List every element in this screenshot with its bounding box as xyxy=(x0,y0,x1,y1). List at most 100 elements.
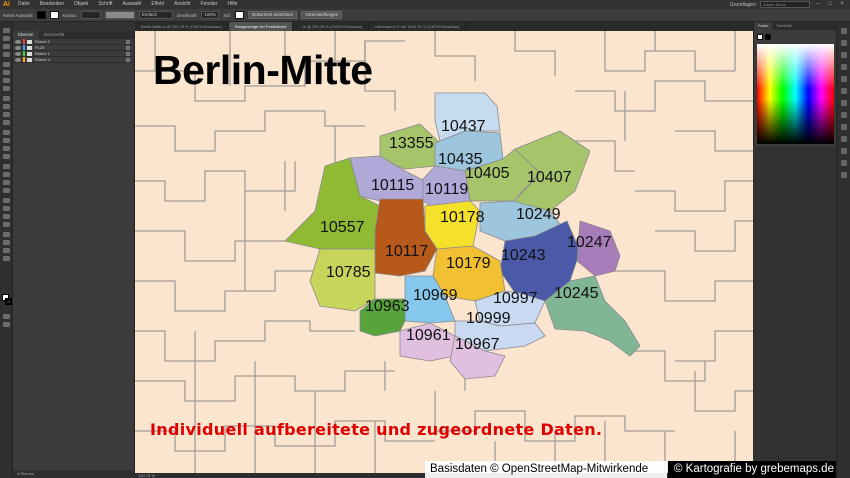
gradient-icon[interactable] xyxy=(841,88,847,94)
menu-object[interactable]: Objekt xyxy=(69,0,93,9)
minimize-icon[interactable]: – xyxy=(814,1,822,8)
zoom-status[interactable]: 190,78 % xyxy=(135,473,425,478)
pencil-tool-icon[interactable] xyxy=(3,112,10,117)
tab-layers[interactable]: Ebenen xyxy=(13,31,39,39)
color-spectrum[interactable] xyxy=(757,44,834,144)
maximize-icon[interactable]: □ xyxy=(826,1,834,8)
menu-view[interactable]: Ansicht xyxy=(169,0,195,9)
menu-effect[interactable]: Effekt xyxy=(146,0,169,9)
tab-color[interactable]: Farbe xyxy=(754,22,773,30)
menu-help[interactable]: Hilfe xyxy=(222,0,242,9)
doc-tab-tooltip[interactable]: Ranganzeige bei Postleitzahl xyxy=(228,22,294,31)
appearance-icon[interactable] xyxy=(841,112,847,118)
drawing-mode-icon[interactable] xyxy=(3,314,10,319)
zoom-tool-icon[interactable] xyxy=(3,256,10,261)
doc-tab-3[interactable]: Unbenannt-1* bei 1198,78 % (CMYK/Vorscha… xyxy=(369,22,467,31)
eraser-tool-icon[interactable] xyxy=(3,120,10,125)
free-transform-tool-icon[interactable] xyxy=(3,154,10,159)
workspace-switcher[interactable]: Grundlagen xyxy=(730,2,756,8)
preferences-button[interactable]: Voreinstellungen xyxy=(301,11,343,19)
visibility-eye-icon[interactable] xyxy=(15,39,21,44)
fill-swatch[interactable] xyxy=(36,11,46,19)
properties-icon[interactable] xyxy=(841,28,847,34)
layer-target-icon[interactable] xyxy=(126,57,130,62)
eyedropper-tool-icon[interactable] xyxy=(3,198,10,203)
width-tool-icon[interactable] xyxy=(3,146,10,151)
pathfinder-icon[interactable] xyxy=(841,148,847,154)
layers-panel-tabs: Ebenen Zeichenflä xyxy=(13,31,134,39)
opacity-field[interactable]: 100% xyxy=(201,11,220,19)
gradient-tool-icon[interactable] xyxy=(3,188,10,193)
blend-tool-icon[interactable] xyxy=(3,206,10,211)
graphic-style-swatch[interactable] xyxy=(234,11,244,19)
shape-builder-tool-icon[interactable] xyxy=(3,164,10,169)
graphic-styles-icon[interactable] xyxy=(841,124,847,130)
selection-status: Keine Auswahl xyxy=(3,12,33,18)
close-icon[interactable]: × xyxy=(838,1,846,8)
layer-target-icon[interactable] xyxy=(126,39,130,44)
tab-color-guide[interactable]: Farbhilfe xyxy=(772,22,796,30)
stroke-color-chip[interactable] xyxy=(765,34,771,40)
scale-tool-icon[interactable] xyxy=(3,138,10,143)
artboard-tool-icon[interactable] xyxy=(3,232,10,237)
fill-color-chip[interactable] xyxy=(757,34,763,40)
symbols-icon[interactable] xyxy=(841,64,847,70)
layer-target-icon[interactable] xyxy=(126,45,130,50)
magic-wand-tool-icon[interactable] xyxy=(3,44,10,49)
rectangle-tool-icon[interactable] xyxy=(3,96,10,101)
tab-artboards[interactable]: Zeichenflä xyxy=(39,31,70,39)
stock-search-input[interactable]: Adobe Stock durchsuchen xyxy=(760,1,810,12)
selection-tool-icon[interactable] xyxy=(3,28,10,33)
source-credit: Basisdaten © OpenStreetMap-Mitwirkende xyxy=(425,461,667,478)
align-icon[interactable] xyxy=(841,136,847,142)
direct-selection-tool-icon[interactable] xyxy=(3,36,10,41)
perspective-tool-icon[interactable] xyxy=(3,172,10,177)
layer-thumbnail xyxy=(27,51,32,56)
postcode-label: 10115 xyxy=(371,177,415,194)
menu-select[interactable]: Auswahl xyxy=(118,0,147,9)
postcode-label: 10247 xyxy=(567,234,612,251)
doc-tab-1[interactable]: Berlin-Mitte.ai @ 200,28 % (CMYK/Vorscha… xyxy=(135,22,229,31)
stroke-swatch[interactable] xyxy=(49,11,59,19)
menu-edit[interactable]: Bearbeiten xyxy=(35,0,69,9)
layer-target-icon[interactable] xyxy=(126,51,130,56)
control-bar: Keine Auswahl Kontur: Einfach Deckkraft:… xyxy=(0,9,850,22)
line-tool-icon[interactable] xyxy=(3,86,10,91)
layer-row[interactable]: Ebene 4 xyxy=(13,57,134,63)
panel-dock-strip xyxy=(836,22,850,478)
doc-tab-2[interactable]: ...ai @ 200,28 % (CMYK/Vorschau) xyxy=(293,22,370,31)
rotate-tool-icon[interactable] xyxy=(3,130,10,135)
map-title: Berlin-Mitte xyxy=(153,47,373,93)
brush-field[interactable]: Einfach xyxy=(139,11,174,19)
transform-icon[interactable] xyxy=(841,160,847,166)
visibility-eye-icon[interactable] xyxy=(15,57,21,62)
stroke-color-box[interactable] xyxy=(5,298,12,305)
brushes-icon[interactable] xyxy=(841,52,847,58)
curvature-tool-icon[interactable] xyxy=(3,70,10,75)
stroke-icon[interactable] xyxy=(841,76,847,82)
pen-tool-icon[interactable] xyxy=(3,62,10,67)
links-icon[interactable] xyxy=(841,172,847,178)
mesh-tool-icon[interactable] xyxy=(3,180,10,185)
type-tool-icon[interactable] xyxy=(3,78,10,83)
swatches-icon[interactable] xyxy=(841,40,847,46)
visibility-eye-icon[interactable] xyxy=(15,51,21,56)
symbol-sprayer-tool-icon[interactable] xyxy=(3,214,10,219)
menu-window[interactable]: Fenster xyxy=(196,0,223,9)
menu-type[interactable]: Schrift xyxy=(93,0,117,9)
variable-width-field[interactable] xyxy=(105,11,136,19)
hand-tool-icon[interactable] xyxy=(3,248,10,253)
transparency-icon[interactable] xyxy=(841,100,847,106)
lasso-tool-icon[interactable] xyxy=(3,52,10,57)
menu-file[interactable]: Datei xyxy=(13,0,35,9)
graph-tool-icon[interactable] xyxy=(3,222,10,227)
document-setup-button[interactable]: Dokument einrichten xyxy=(247,11,298,19)
stroke-weight-field[interactable] xyxy=(81,11,102,19)
slice-tool-icon[interactable] xyxy=(3,240,10,245)
visibility-eye-icon[interactable] xyxy=(15,45,21,50)
screen-mode-icon[interactable] xyxy=(3,322,10,327)
style-label: Stil: xyxy=(223,12,231,18)
artboard-canvas[interactable]: Berlin-Mitte 10437 13355 10435 10405 104… xyxy=(135,31,753,473)
postcode-label: 10557 xyxy=(320,219,365,236)
paintbrush-tool-icon[interactable] xyxy=(3,104,10,109)
